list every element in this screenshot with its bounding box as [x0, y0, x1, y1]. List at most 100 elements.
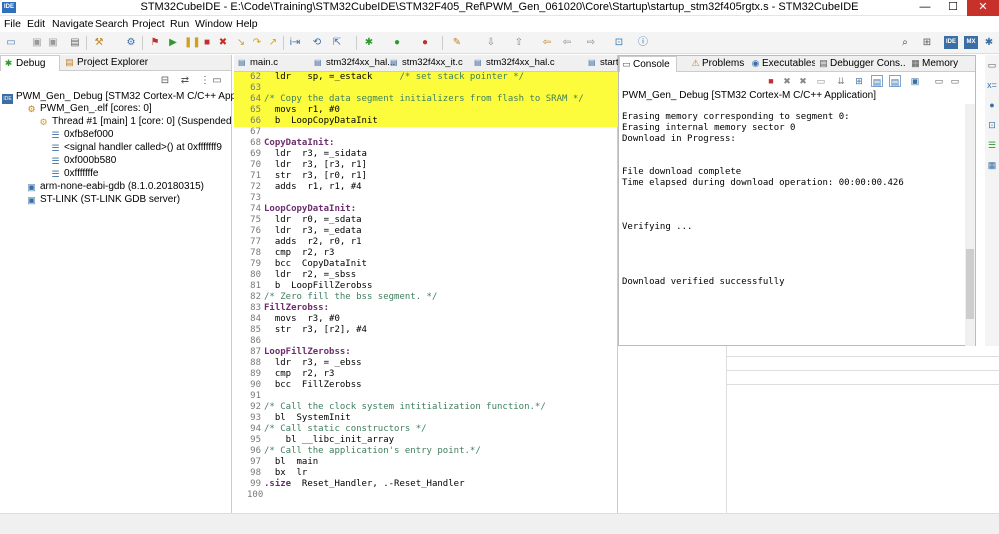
next-annotation-icon[interactable]: ⇩	[484, 36, 498, 49]
code-line[interactable]: 89 cmp r2, r3	[234, 369, 618, 380]
open-console-icon[interactable]: ▭	[933, 75, 945, 87]
code-line[interactable]: 90 bcc FillZerobss	[234, 380, 618, 391]
menu-search[interactable]: Search	[95, 18, 128, 30]
suspend-icon[interactable]: ❚❚	[184, 36, 201, 49]
code-line[interactable]: 83 FillZerobss:	[234, 303, 618, 314]
code-line[interactable]: 67	[234, 127, 618, 138]
code-line[interactable]: 69 ldr r3, =_sidata	[234, 149, 618, 160]
save-icon[interactable]: ▣	[30, 36, 44, 49]
tree-item[interactable]: IDE PWM_Gen_ Debug [STM32 Cortex-M C/C++ …	[2, 91, 246, 104]
collapse-all-icon[interactable]: ⊟	[158, 74, 172, 87]
cubeide-perspective-icon[interactable]: IDE	[944, 36, 958, 49]
tree-item[interactable]: ⚙ PWM_Gen_.elf [cores: 0]	[26, 103, 151, 115]
close-button[interactable]: ✕	[967, 0, 999, 16]
code-area[interactable]: 62 ldr sp, =_estack /* set stack pointer…	[234, 72, 618, 512]
code-line[interactable]: 68 CopyDataInit:	[234, 138, 618, 149]
expand-icon[interactable]: ⇱	[330, 36, 344, 49]
tab-debugger-console[interactable]: ▤ Debugger Cons...	[817, 56, 905, 72]
variables-icon[interactable]: x=	[986, 79, 998, 91]
disconnect-icon[interactable]: ✖	[216, 36, 230, 49]
code-line[interactable]: 88 ldr r3, = _ebss	[234, 358, 618, 369]
tree-item[interactable]: ▣ ST-LINK (ST-LINK GDB server)	[26, 194, 180, 206]
terminate-icon[interactable]: ■	[200, 36, 214, 49]
menu-run[interactable]: Run	[170, 18, 189, 30]
code-line[interactable]: 63	[234, 83, 618, 94]
code-line[interactable]: 99 .size Reset_Handler, .-Reset_Handler	[234, 479, 618, 490]
forward-icon[interactable]: ⇨	[584, 36, 598, 49]
menu-navigate[interactable]: Navigate	[52, 18, 93, 30]
menu-window[interactable]: Window	[195, 18, 232, 30]
search-icon[interactable]: ⌕	[898, 36, 912, 49]
code-line[interactable]: 85 str r3, [r2], #4	[234, 325, 618, 336]
build-icon[interactable]: ⚒	[92, 36, 106, 49]
code-line[interactable]: 84 movs r3, #0	[234, 314, 618, 325]
terminate-icon[interactable]: ■	[765, 75, 777, 87]
skip-breakpoints-icon[interactable]: ⚑	[148, 36, 162, 49]
editor-tab[interactable]: ▤ stm32f4xx_it.c	[388, 55, 468, 72]
code-line[interactable]: 91	[234, 391, 618, 402]
registers-icon[interactable]: ▦	[986, 159, 998, 171]
pin-editor-icon[interactable]: ⊡	[612, 36, 626, 49]
debug-perspective-icon[interactable]: ✱	[982, 36, 996, 49]
code-line[interactable]: 81 b LoopFillZerobss	[234, 281, 618, 292]
code-line[interactable]: 70 ldr r3, [r3, r1]	[234, 160, 618, 171]
remove-all-icon[interactable]: ✖	[797, 75, 809, 87]
new-icon[interactable]: ▭	[4, 36, 18, 49]
code-line[interactable]: 78 cmp r2, r3	[234, 248, 618, 259]
minimize-button[interactable]: —	[911, 0, 939, 16]
link-with-editor-icon[interactable]: ⇄	[178, 74, 192, 87]
code-line[interactable]: 87 LoopFillZerobss:	[234, 347, 618, 358]
mx-perspective-icon[interactable]: MX	[964, 36, 978, 49]
menu-edit[interactable]: Edit	[27, 18, 45, 30]
expressions-icon[interactable]: ⊡	[986, 119, 998, 131]
last-edit-icon[interactable]: ⇦	[540, 36, 554, 49]
code-line[interactable]: 82/* Zero fill the bss segment. */	[234, 292, 618, 303]
code-line[interactable]: 79 bcc CopyDataInit	[234, 259, 618, 270]
stack-frame-item[interactable]: ☰ 0xf000b580	[50, 155, 116, 167]
editor-tab[interactable]: ▤ main.c	[236, 55, 294, 72]
console-scrollbar-thumb[interactable]	[966, 249, 974, 319]
code-line[interactable]: 80 ldr r2, =_sbss	[234, 270, 618, 281]
code-line[interactable]: 71 str r3, [r0, r1]	[234, 171, 618, 182]
code-line[interactable]: 76 ldr r3, =_edata	[234, 226, 618, 237]
stack-frame-item[interactable]: ☰ 0xfb8ef000	[50, 129, 113, 141]
tab-memory[interactable]: ▦ Memory	[909, 56, 959, 72]
settings-icon[interactable]: ⚙	[124, 36, 138, 49]
restart-icon[interactable]: ⟲	[310, 36, 324, 49]
open-perspective-icon[interactable]: ⊞	[920, 36, 934, 49]
code-line[interactable]: 97 bl main	[234, 457, 618, 468]
editor-tab[interactable]: ▤ start	[586, 55, 618, 72]
search-tools-icon[interactable]: ✎	[450, 36, 464, 49]
code-line[interactable]: 73	[234, 193, 618, 204]
tree-item[interactable]: ⚙ Thread #1 [main] 1 [core: 0] (Suspended…	[38, 116, 259, 128]
show-on-stderr-icon[interactable]: ▤	[889, 75, 901, 87]
code-line[interactable]: 94/* Call static constructors */	[234, 424, 618, 435]
code-line[interactable]: 62 ldr sp, =_estack /* set stack pointer…	[234, 72, 618, 83]
minimize-view-icon[interactable]: ▭	[210, 74, 224, 87]
outline-icon[interactable]: ☰	[986, 139, 998, 151]
code-line[interactable]: 86	[234, 336, 618, 347]
step-into-icon[interactable]: ↘	[234, 36, 248, 49]
previous-annotation-icon[interactable]: ⇧	[512, 36, 526, 49]
editor-tab[interactable]: ▤ stm32f4xx_hal.c	[472, 55, 562, 72]
menu-file[interactable]: File	[4, 18, 21, 30]
pin-console-icon[interactable]: ⊞	[853, 75, 865, 87]
console-scrollbar[interactable]	[965, 104, 975, 346]
instruction-stepping-icon[interactable]: i⇥	[288, 36, 302, 49]
code-line[interactable]: 74 LoopCopyDataInit:	[234, 204, 618, 215]
step-over-icon[interactable]: ↷	[250, 36, 264, 49]
code-line[interactable]: 77 adds r2, r0, r1	[234, 237, 618, 248]
tab-project-explorer[interactable]: ▤ Project Explorer	[62, 55, 152, 71]
step-return-icon[interactable]: ↗	[266, 36, 280, 49]
breakpoints-icon[interactable]: ●	[986, 99, 998, 111]
code-line[interactable]: 66 b LoopCopyDataInit	[234, 116, 618, 127]
editor-tab[interactable]: ▤ stm32f4xx_hal...	[312, 55, 396, 72]
restore-icon[interactable]: ▭	[986, 59, 998, 71]
external-tools-icon[interactable]: ●	[418, 36, 432, 49]
code-line[interactable]: 100	[234, 490, 618, 501]
code-line[interactable]: 93 bl SystemInit	[234, 413, 618, 424]
code-line[interactable]: 92/* Call the clock system intitializati…	[234, 402, 618, 413]
remove-launch-icon[interactable]: ✖	[781, 75, 793, 87]
run-icon[interactable]: ●	[390, 36, 404, 49]
menu-help[interactable]: Help	[236, 18, 258, 30]
